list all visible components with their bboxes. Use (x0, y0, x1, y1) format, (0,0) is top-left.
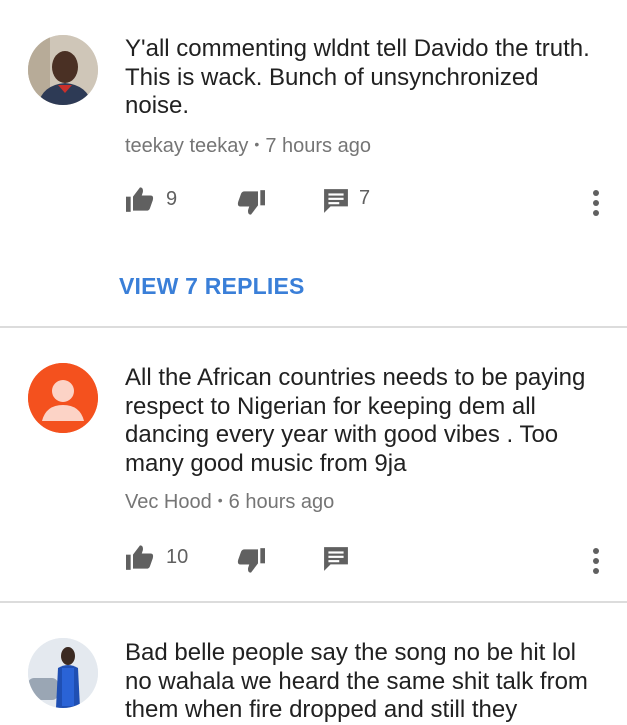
default-user-icon (28, 363, 98, 433)
timestamp: 6 hours ago (228, 491, 335, 513)
more-vert-icon (593, 548, 599, 574)
thumbs-up-icon (126, 545, 154, 570)
like-count: 9 (166, 187, 178, 210)
more-vert-icon (593, 190, 599, 216)
comment-icon (324, 189, 348, 213)
avatar[interactable] (28, 35, 98, 105)
reply-count: 7 (359, 186, 371, 209)
profile-photo-icon (28, 638, 98, 708)
dislike-button[interactable] (237, 190, 265, 216)
comment-text: All the African countries needs to be pa… (125, 364, 586, 477)
more-options-button[interactable] (586, 188, 606, 218)
profile-photo-icon (28, 35, 98, 105)
thumbs-down-icon (237, 190, 265, 215)
like-count: 10 (166, 545, 189, 568)
view-replies-link[interactable]: VIEW 7 REPLIES (119, 273, 305, 300)
like-button[interactable]: 9 (126, 186, 177, 212)
thumbs-down-icon (237, 548, 265, 573)
author-name[interactable]: teekay teekay (125, 135, 248, 157)
comment-meta: Vec Hood • 6 hours ago (125, 491, 334, 514)
comment-text: Bad belle people say the song no be hit … (125, 639, 588, 723)
avatar[interactable] (28, 638, 98, 708)
divider (0, 326, 627, 328)
more-options-button[interactable] (586, 546, 606, 576)
reply-button[interactable]: 7 (323, 186, 371, 214)
timestamp: 7 hours ago (265, 135, 371, 157)
author-name[interactable]: Vec Hood (125, 491, 212, 513)
thumbs-up-icon (126, 187, 154, 212)
comment-actions: 9 7 (0, 182, 627, 222)
comment-icon (324, 547, 348, 571)
comment-text: Y'all commenting wldnt tell Davido the t… (125, 35, 590, 119)
like-button[interactable]: 10 (126, 544, 188, 570)
comment-actions: 10 (0, 540, 627, 580)
reply-button[interactable] (323, 546, 349, 572)
dislike-button[interactable] (237, 548, 265, 574)
separator: • (254, 136, 260, 152)
avatar[interactable] (28, 363, 98, 433)
divider (0, 601, 627, 603)
separator: • (217, 492, 223, 508)
comment-meta: teekay teekay • 7 hours ago (125, 135, 371, 158)
